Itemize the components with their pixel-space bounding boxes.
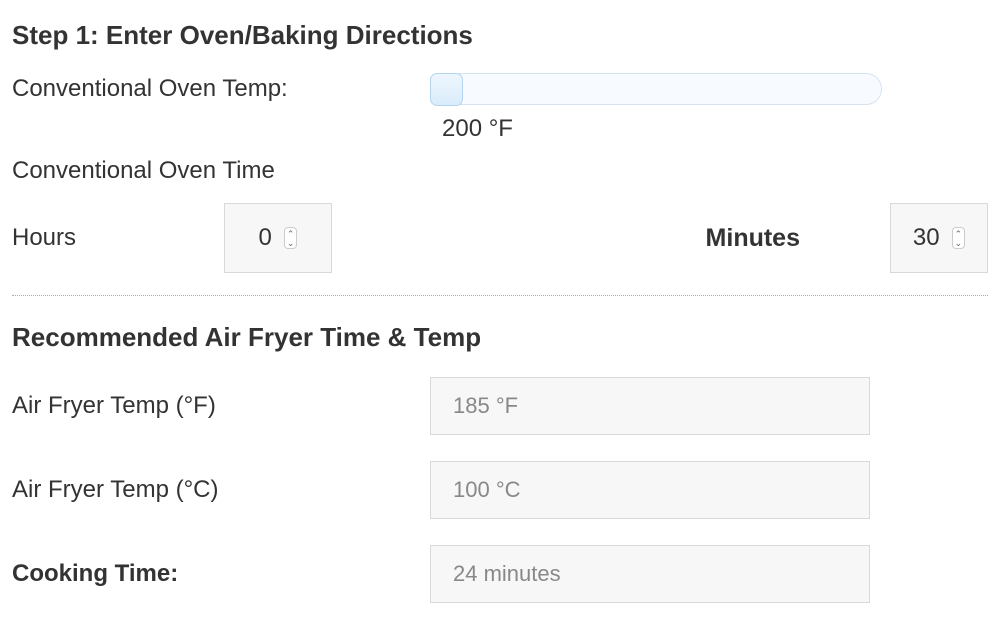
- temp-c-output: 100 °C: [430, 461, 870, 519]
- oven-temp-slider[interactable]: [430, 73, 882, 105]
- oven-temp-value: 200 °F: [442, 115, 988, 143]
- results-heading: Recommended Air Fryer Time & Temp: [12, 322, 988, 353]
- oven-time-section: Conventional Oven Time Hours 0 ⌃ ⌄ Minut…: [12, 157, 988, 273]
- chevron-up-icon[interactable]: ⌃: [953, 229, 965, 238]
- hours-label: Hours: [12, 224, 224, 252]
- temp-f-label: Air Fryer Temp (°F): [12, 392, 422, 420]
- chevron-down-icon[interactable]: ⌄: [285, 238, 297, 247]
- oven-time-label: Conventional Oven Time: [12, 157, 988, 185]
- temp-f-row: Air Fryer Temp (°F) 185 °F: [12, 377, 988, 435]
- minutes-stepper[interactable]: 30 ⌃ ⌄: [890, 203, 988, 273]
- stepper-arrows-icon[interactable]: ⌃ ⌄: [284, 227, 298, 249]
- cooking-time-label: Cooking Time:: [12, 560, 422, 588]
- stepper-arrows-icon[interactable]: ⌃ ⌄: [952, 227, 966, 249]
- temp-c-row: Air Fryer Temp (°C) 100 °C: [12, 461, 988, 519]
- temp-f-output: 185 °F: [430, 377, 870, 435]
- cooking-time-output: 24 minutes: [430, 545, 870, 603]
- minutes-value: 30: [913, 224, 940, 252]
- minutes-label: Minutes: [706, 224, 800, 253]
- step1-heading: Step 1: Enter Oven/Baking Directions: [12, 20, 988, 51]
- oven-temp-label: Conventional Oven Temp:: [12, 75, 422, 103]
- oven-temp-row: Conventional Oven Temp: 200 °F: [12, 75, 988, 143]
- hours-value: 0: [259, 224, 272, 252]
- temp-c-label: Air Fryer Temp (°C): [12, 476, 422, 504]
- chevron-down-icon[interactable]: ⌄: [953, 238, 965, 247]
- time-row: Cooking Time: 24 minutes: [12, 545, 988, 603]
- slider-thumb[interactable]: [430, 73, 463, 106]
- chevron-up-icon[interactable]: ⌃: [285, 229, 297, 238]
- hours-stepper[interactable]: 0 ⌃ ⌄: [224, 203, 332, 273]
- section-divider: [12, 295, 988, 296]
